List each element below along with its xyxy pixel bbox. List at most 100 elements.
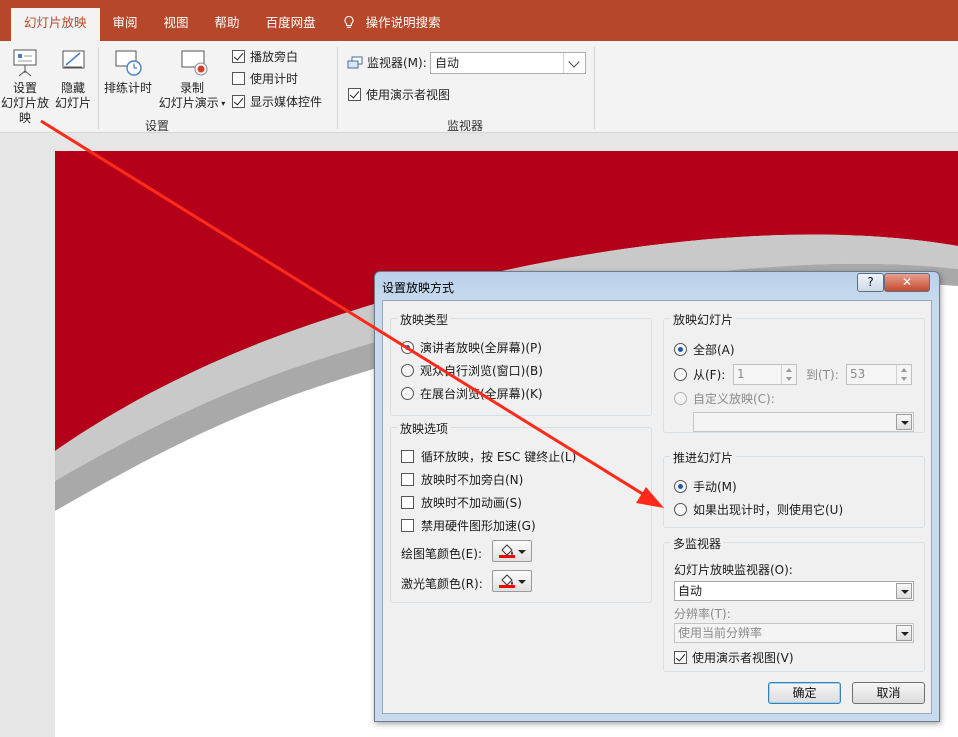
tab-review[interactable]: 审阅	[100, 8, 151, 41]
radio-kiosk[interactable]: 在展台浏览(全屏幕)(K)	[401, 385, 543, 402]
radio-icon	[401, 387, 414, 400]
radio-all-slides[interactable]: 全部(A)	[674, 341, 735, 358]
laser-color-button[interactable]	[492, 570, 532, 592]
chevron-down-icon	[563, 53, 585, 73]
checkbox-icon	[232, 50, 245, 63]
slideshow-monitor-value: 自动	[678, 584, 703, 598]
monitor-selector: 监视器(M):	[347, 54, 427, 71]
record-label-2: 幻灯片演示 ▾	[158, 96, 226, 110]
setup-slideshow-label-2: 幻灯片放映	[0, 96, 49, 125]
advance-slides-title: 推进幻灯片	[670, 449, 737, 466]
slideshow-monitor-dropdown[interactable]: 自动	[674, 581, 914, 601]
checkbox-icon	[674, 651, 687, 664]
radio-icon	[674, 503, 687, 516]
monitor-icon	[347, 56, 363, 68]
tab-help[interactable]: 帮助	[202, 8, 253, 41]
pen-color-label: 绘图笔颜色(E):	[401, 547, 482, 561]
ribbon-separator	[98, 47, 99, 129]
disable-hw-accel-label: 禁用硬件图形加速(G)	[421, 519, 536, 533]
hide-slide-label-1: 隐藏	[60, 81, 85, 95]
radio-presenter[interactable]: 演讲者放映(全屏幕)(P)	[401, 339, 542, 356]
ribbon-separator	[594, 47, 595, 129]
to-label: 到(T):	[806, 368, 839, 382]
monitor-label: 监视器(M):	[367, 56, 427, 70]
show-slides-group: 放映幻灯片 全部(A) 从(F): 1 到(T): 53 自定义放映(C):	[663, 311, 925, 433]
custom-show-dropdown[interactable]	[693, 412, 914, 432]
advance-slides-group: 推进幻灯片 手动(M) 如果出现计时，则使用它(U)	[663, 449, 925, 528]
from-slide-spinner[interactable]: 1	[733, 364, 797, 385]
record-label-1: 录制	[179, 81, 204, 95]
ribbon-tab-bar: 幻灯片放映 审阅 视图 帮助 百度网盘 操作说明搜索	[0, 0, 958, 41]
hide-slide-label-2: 幻灯片	[54, 96, 91, 110]
ribbon-presenter-view-checkbox[interactable]: 使用演示者视图	[348, 86, 450, 103]
setup-slideshow-button[interactable]: 设置 幻灯片放映	[0, 47, 50, 126]
use-timings-label: 使用计时	[250, 72, 299, 86]
dialog-body: 放映类型 演讲者放映(全屏幕)(P) 观众自行浏览(窗口)(B) 在展台浏览(全…	[382, 300, 932, 714]
radio-use-timings-label: 如果出现计时，则使用它(U)	[693, 503, 844, 517]
play-narrations-checkbox[interactable]: 播放旁白	[232, 48, 298, 65]
monitor-dropdown[interactable]: 自动	[430, 52, 586, 74]
setup-show-dialog: 设置放映方式 ? ✕ 放映类型 演讲者放映(全屏幕)(P) 观众自行浏览(窗口)…	[374, 271, 940, 722]
radio-all-slides-label: 全部(A)	[693, 343, 735, 357]
tab-slideshow[interactable]: 幻灯片放映	[11, 8, 100, 41]
checkbox-icon	[401, 519, 414, 532]
disable-hw-accel-checkbox[interactable]: 禁用硬件图形加速(G)	[401, 517, 536, 534]
tell-me-label: 操作说明搜索	[365, 15, 441, 30]
show-media-controls-label: 显示媒体控件	[250, 95, 323, 109]
slideshow-monitor-label: 幻灯片放映监视器(O):	[674, 563, 793, 577]
presenter-view-label: 使用演示者视图(V)	[692, 651, 794, 665]
dialog-help-button[interactable]: ?	[857, 273, 884, 292]
tell-me-search[interactable]: 操作说明搜索	[329, 8, 454, 41]
ok-button[interactable]: 确定	[768, 682, 841, 704]
rehearse-timings-button[interactable]: 排练计时	[100, 47, 156, 96]
presenter-view-checkbox[interactable]: 使用演示者视图(V)	[674, 649, 794, 666]
from-slide-value: 1	[737, 367, 745, 381]
resolution-dropdown[interactable]: 使用当前分辨率	[674, 623, 914, 643]
pen-color-button[interactable]	[492, 540, 532, 562]
radio-icon	[674, 343, 687, 356]
to-slide-spinner[interactable]: 53	[846, 364, 912, 385]
cancel-button[interactable]: 取消	[852, 682, 925, 704]
checkbox-icon	[401, 450, 414, 463]
radio-from-slide[interactable]: 从(F):	[674, 366, 725, 383]
loop-checkbox[interactable]: 循环放映，按 ESC 键终止(L)	[401, 448, 576, 465]
play-narrations-label: 播放旁白	[250, 50, 299, 64]
radio-custom-show[interactable]: 自定义放映(C):	[674, 390, 775, 407]
radio-use-timings[interactable]: 如果出现计时，则使用它(U)	[674, 501, 843, 518]
hide-slide-button[interactable]: 隐藏 幻灯片	[50, 47, 96, 111]
radio-individual-label: 观众自行浏览(窗口)(B)	[420, 364, 543, 378]
dialog-close-button[interactable]: ✕	[884, 273, 930, 292]
radio-icon	[674, 392, 687, 405]
radio-kiosk-label: 在展台浏览(全屏幕)(K)	[420, 387, 543, 401]
show-media-controls-checkbox[interactable]: 显示媒体控件	[232, 93, 322, 110]
radio-icon	[674, 480, 687, 493]
to-slide-value: 53	[850, 367, 866, 381]
monitor-dropdown-value: 自动	[435, 56, 460, 70]
tab-view[interactable]: 视图	[151, 8, 202, 41]
no-animation-label: 放映时不加动画(S)	[421, 496, 522, 510]
radio-manual-advance[interactable]: 手动(M)	[674, 478, 737, 495]
radio-icon	[401, 364, 414, 377]
checkbox-icon	[232, 72, 245, 85]
hide-slide-icon	[62, 50, 85, 69]
record-icon	[181, 50, 208, 76]
tab-baidu-netdisk[interactable]: 百度网盘	[253, 8, 329, 41]
laser-color-label: 激光笔颜色(R):	[401, 577, 483, 591]
use-timings-checkbox[interactable]: 使用计时	[232, 70, 298, 87]
checkbox-icon	[401, 496, 414, 509]
record-slideshow-button[interactable]: 录制 幻灯片演示 ▾	[156, 47, 228, 111]
rehearse-timings-icon	[115, 50, 142, 76]
no-animation-checkbox[interactable]: 放映时不加动画(S)	[401, 494, 522, 511]
caret-down-icon	[518, 550, 526, 554]
checkbox-icon	[232, 95, 245, 108]
setup-slideshow-label-1: 设置	[12, 81, 37, 95]
checkbox-icon	[348, 88, 361, 101]
radio-presenter-label: 演讲者放映(全屏幕)(P)	[420, 341, 542, 355]
show-slides-title: 放映幻灯片	[670, 311, 737, 328]
radio-manual-label: 手动(M)	[693, 480, 737, 494]
checkbox-icon	[401, 473, 414, 486]
rehearse-timings-label: 排练计时	[103, 81, 152, 95]
radio-custom-show-label: 自定义放映(C):	[693, 392, 775, 406]
radio-individual[interactable]: 观众自行浏览(窗口)(B)	[401, 362, 543, 379]
no-narration-checkbox[interactable]: 放映时不加旁白(N)	[401, 471, 523, 488]
